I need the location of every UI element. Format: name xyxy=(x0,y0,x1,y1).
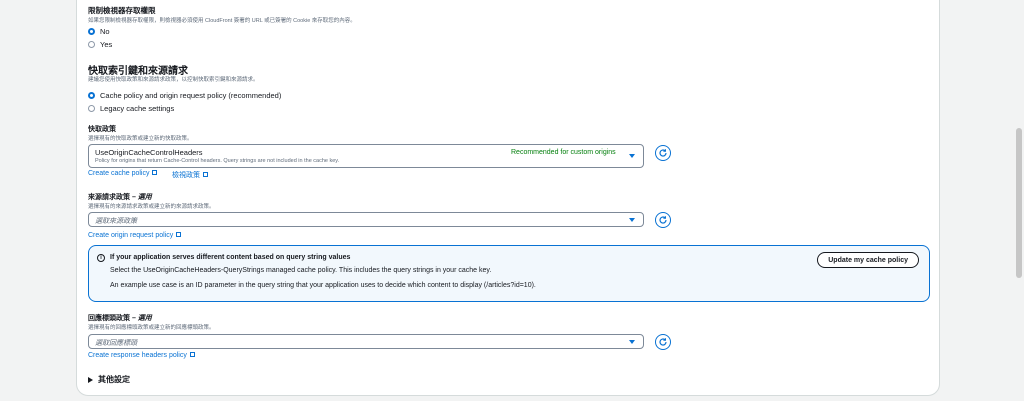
radio-label: No xyxy=(100,27,110,36)
info-alert-title: If your application serves different con… xyxy=(110,254,351,261)
link-label: Create origin request policy xyxy=(88,232,174,239)
radio-selected-icon xyxy=(88,92,95,99)
other-settings-expander[interactable]: 其他設定 xyxy=(88,374,130,385)
refresh-icon xyxy=(659,338,667,346)
create-cache-policy-link[interactable]: Create cache policy xyxy=(88,170,158,177)
external-link-icon xyxy=(152,170,158,175)
recommended-badge: Recommended for custom origins xyxy=(511,149,616,156)
refresh-cache-policy-button[interactable] xyxy=(655,145,671,161)
radio-viewer-yes[interactable]: Yes xyxy=(88,40,112,49)
other-settings-label: 其他設定 xyxy=(98,375,130,384)
radio-unselected-icon xyxy=(88,105,95,112)
select-placeholder: 選取回應標頭 xyxy=(95,340,137,347)
external-link-icon xyxy=(189,352,195,357)
refresh-icon xyxy=(659,149,667,157)
radio-unselected-icon xyxy=(88,41,95,48)
refresh-icon xyxy=(659,216,667,224)
radio-label: Legacy cache settings xyxy=(100,104,175,113)
radio-label: Cache policy and origin request policy (… xyxy=(100,91,282,100)
cache-policy-description: 選擇現有的快取政策或建立新的快取政策。 xyxy=(88,136,193,142)
radio-selected-icon xyxy=(88,28,95,35)
radio-legacy-cache[interactable]: Legacy cache settings xyxy=(88,104,174,113)
link-label: Create cache policy xyxy=(88,170,150,177)
refresh-origin-policy-button[interactable] xyxy=(655,212,671,228)
response-headers-policy-description: 選擇現有的回應標頭政策或建立新的回應標頭政策。 xyxy=(88,325,215,331)
external-link-icon xyxy=(176,232,182,237)
cache-policy-select[interactable]: UseOriginCacheControlHeaders Policy for … xyxy=(88,144,644,168)
link-label: Create response headers policy xyxy=(88,352,187,359)
view-policy-link[interactable]: 檢視政策 xyxy=(172,170,208,180)
origin-request-policy-select[interactable]: 選取來源政策 xyxy=(88,212,644,227)
select-placeholder: 選取來源政策 xyxy=(95,218,137,225)
origin-request-policy-label: 來源請求政策 – 選用 xyxy=(88,194,152,201)
radio-cache-policy[interactable]: Cache policy and origin request policy (… xyxy=(88,91,281,100)
info-alert: i If your application serves different c… xyxy=(88,245,930,302)
link-label: 檢視政策 xyxy=(172,172,200,179)
origin-request-policy-description: 選擇現有的來源請求政策或建立新的來源請求政策。 xyxy=(88,204,215,210)
response-headers-policy-label: 回應標頭政策 – 選用 xyxy=(88,315,152,322)
chevron-down-icon xyxy=(629,154,635,158)
viewer-access-description: 如果您限制檢視器存取權限，則檢視器必須使用 CloudFront 簽署的 URL… xyxy=(88,18,356,24)
info-icon: i xyxy=(97,254,105,262)
chevron-down-icon xyxy=(629,340,635,344)
scrollbar-thumb[interactable] xyxy=(1016,128,1022,278)
info-alert-line1: Select the UseOriginCacheHeaders-QuerySt… xyxy=(110,267,492,274)
external-link-icon xyxy=(203,172,208,177)
update-cache-policy-button[interactable]: Update my cache policy xyxy=(817,252,919,268)
cache-key-description: 建議您使用快取政策和來源請求政策，以控制快取索引鍵和來源請求。 xyxy=(88,77,259,83)
create-response-headers-policy-link[interactable]: Create response headers policy xyxy=(88,352,195,359)
refresh-response-headers-button[interactable] xyxy=(655,334,671,350)
caret-right-icon xyxy=(88,376,93,383)
radio-viewer-no[interactable]: No xyxy=(88,27,110,36)
scrollbar[interactable] xyxy=(1014,0,1024,401)
chevron-down-icon xyxy=(629,218,635,222)
viewer-access-title: 限制檢視器存取權限 xyxy=(88,6,156,15)
response-headers-policy-select[interactable]: 選取回應標頭 xyxy=(88,334,644,349)
cache-policy-value: UseOriginCacheControlHeaders xyxy=(95,148,203,157)
create-origin-request-policy-link[interactable]: Create origin request policy xyxy=(88,232,182,239)
cache-policy-label: 快取政策 xyxy=(88,126,116,133)
info-alert-line2: An example use case is an ID parameter i… xyxy=(110,282,536,289)
cache-policy-detail: Policy for origins that return Cache-Con… xyxy=(95,158,340,164)
radio-label: Yes xyxy=(100,40,113,49)
